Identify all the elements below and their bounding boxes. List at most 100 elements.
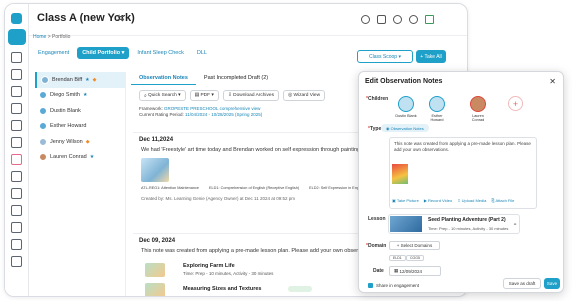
heart-icon[interactable] — [11, 154, 22, 165]
take-picture-label: Take Picture — [396, 198, 419, 203]
document-icon[interactable] — [11, 205, 22, 216]
period-value[interactable]: 11/04/2024 - 10/28/2025 (Spring 2025) — [185, 112, 262, 117]
record-video-label: Record Video — [428, 198, 453, 203]
share-checkbox[interactable]: Share in engagement — [368, 283, 419, 288]
brand-icon[interactable] — [425, 15, 434, 24]
avatar — [39, 91, 47, 100]
child-chip[interactable]: Lauren Conrad — [467, 96, 489, 122]
domain-chip[interactable]: ELD1 — [389, 255, 406, 261]
student-name: Dustin Blank — [50, 107, 81, 114]
tab-infant-sleep-check[interactable]: Infant Sleep Check — [132, 47, 188, 59]
save-button[interactable]: Save — [544, 278, 560, 289]
record-video-button[interactable]: ▶ Record Video — [424, 198, 452, 203]
activity-thumbnail[interactable] — [145, 283, 165, 296]
quick-search-label: Quick Search — [148, 93, 177, 98]
chat-icon[interactable] — [361, 15, 370, 24]
note-image[interactable] — [392, 164, 408, 184]
child-chip[interactable]: Dustin Blank — [395, 96, 417, 118]
pdf-label: PDF — [200, 93, 211, 98]
mail-icon[interactable] — [11, 222, 22, 233]
left-rail — [5, 4, 29, 296]
student-item[interactable]: Dustin Blank — [35, 103, 125, 119]
lesson-title[interactable]: Seed Planting Adventure (Part 2) — [428, 217, 506, 223]
breadcrumb-home[interactable]: Home — [33, 34, 46, 40]
tab-observation-notes[interactable]: Observation Notes — [131, 72, 196, 85]
child-chip[interactable]: Esther Howard — [426, 96, 448, 122]
tab-past-drafts[interactable]: Past Incompleted Draft (2) — [196, 72, 276, 85]
home-icon[interactable] — [8, 29, 26, 45]
grid-icon[interactable] — [11, 171, 22, 182]
settings-icon[interactable] — [11, 239, 22, 250]
quick-search-button[interactable]: ⌕ Quick Search ▾ — [139, 90, 186, 101]
folder-icon[interactable] — [11, 120, 22, 131]
note-tools: ▣ Take Picture ▶ Record Video ⇧ Upload M… — [392, 198, 514, 203]
painting-thumbnail[interactable] — [141, 158, 169, 182]
add-child-button[interactable]: + — [508, 96, 523, 111]
tab-child-portfolio-label: Child Portfolio — [82, 50, 121, 56]
tag: ELD1: Comprehension of English (Receptiv… — [208, 186, 300, 190]
tab-child-portfolio[interactable]: Child Portfolio ▾ — [77, 47, 130, 59]
tab-dll[interactable]: DLL — [192, 47, 212, 59]
lesson-label: Lesson — [368, 216, 386, 222]
type-select[interactable]: ◉ Observation Notes — [381, 124, 429, 132]
student-item[interactable]: Brendan Biff ★ ◆ — [35, 72, 125, 88]
pdf-button[interactable]: ▤ PDF ▾ — [189, 90, 219, 101]
download-label: Download Archives — [233, 93, 274, 98]
report-icon[interactable] — [11, 137, 22, 148]
link-icon[interactable]: ⚭ — [513, 222, 517, 228]
framework-info: Framework: GROPESTE PRESCHOOL comprehens… — [139, 106, 262, 118]
chart-icon[interactable] — [11, 86, 22, 97]
divider — [125, 72, 126, 296]
wizard-view-label: Wizard View — [293, 93, 321, 98]
upload-media-button[interactable]: ⇧ Upload Media — [457, 198, 486, 203]
people-icon[interactable] — [11, 188, 22, 199]
close-icon[interactable]: ✕ — [549, 77, 556, 86]
top-bar: Class A (new York) ⇆ — [29, 4, 467, 36]
activity-title[interactable]: Measuring Sizes and Textures — [183, 286, 261, 292]
list-icon[interactable] — [11, 103, 22, 114]
type-label: *Type — [368, 126, 382, 132]
class-scoop-label: Class Scoop — [369, 53, 398, 60]
student-list: Brendan Biff ★ ◆ Diego Smith ★ Dustin Blank… — [35, 72, 125, 165]
child-name: Dustin Blank — [395, 114, 417, 118]
date-label: Date — [373, 268, 384, 274]
lesson-thumbnail[interactable] — [390, 216, 422, 232]
date-value: 12/09/2024 — [399, 268, 423, 274]
wizard-view-button[interactable]: ◎ Wizard View — [282, 90, 326, 101]
download-archives-button[interactable]: ⇩ Download Archives — [222, 90, 279, 101]
avatar — [39, 137, 47, 146]
badge-icon: ◆ — [85, 138, 90, 145]
attach-file-button[interactable]: ⎘ Attach File — [491, 198, 514, 203]
date-input[interactable]: ▦ 12/09/2024 — [389, 266, 441, 276]
help-icon[interactable] — [393, 15, 402, 24]
bell-icon[interactable] — [409, 15, 418, 24]
badge-icon: ◆ — [92, 76, 97, 83]
swap-icon[interactable]: ⇆ — [117, 13, 125, 24]
calendar-icon[interactable] — [11, 52, 22, 63]
student-item[interactable]: Esther Howard — [35, 119, 125, 135]
domain-chip[interactable]: COG5 — [406, 255, 424, 261]
class-scoop-button[interactable]: Class Scoop ▾ — [357, 50, 413, 63]
save-draft-button[interactable]: Save as draft — [503, 278, 541, 289]
book-icon[interactable] — [11, 69, 22, 80]
calendar-check-icon[interactable] — [377, 15, 386, 24]
framework-value[interactable]: GROPESTE PRESCHOOL comprehensive view — [164, 106, 260, 111]
modal-title: Edit Observation Notes — [365, 78, 443, 85]
avatar — [39, 106, 47, 115]
take-picture-button[interactable]: ▣ Take Picture — [392, 198, 419, 203]
upload-media-label: Upload Media — [461, 198, 487, 203]
tab-engagement[interactable]: Engagement — [33, 47, 74, 59]
student-item[interactable]: Jenny Wilson ◆ — [35, 134, 125, 150]
activity-title[interactable]: Exploring Farm Life — [183, 263, 235, 269]
tag: ELD2: Self Expression in Eng — [309, 186, 359, 190]
child-name: Esther Howard — [430, 114, 444, 122]
breadcrumb: Home > Portfolio — [33, 34, 70, 40]
student-name: Esther Howard — [50, 123, 87, 130]
take-all-button[interactable]: + Take All — [416, 50, 446, 63]
activity-thumbnail[interactable] — [145, 263, 165, 277]
domain-label: *Domain — [366, 243, 387, 249]
select-domains-button[interactable]: + Select Domains — [389, 241, 440, 250]
student-item[interactable]: Diego Smith ★ — [35, 88, 125, 104]
monitor-icon[interactable] — [11, 256, 22, 267]
student-item[interactable]: Lauren Conrad ★ — [35, 150, 125, 166]
